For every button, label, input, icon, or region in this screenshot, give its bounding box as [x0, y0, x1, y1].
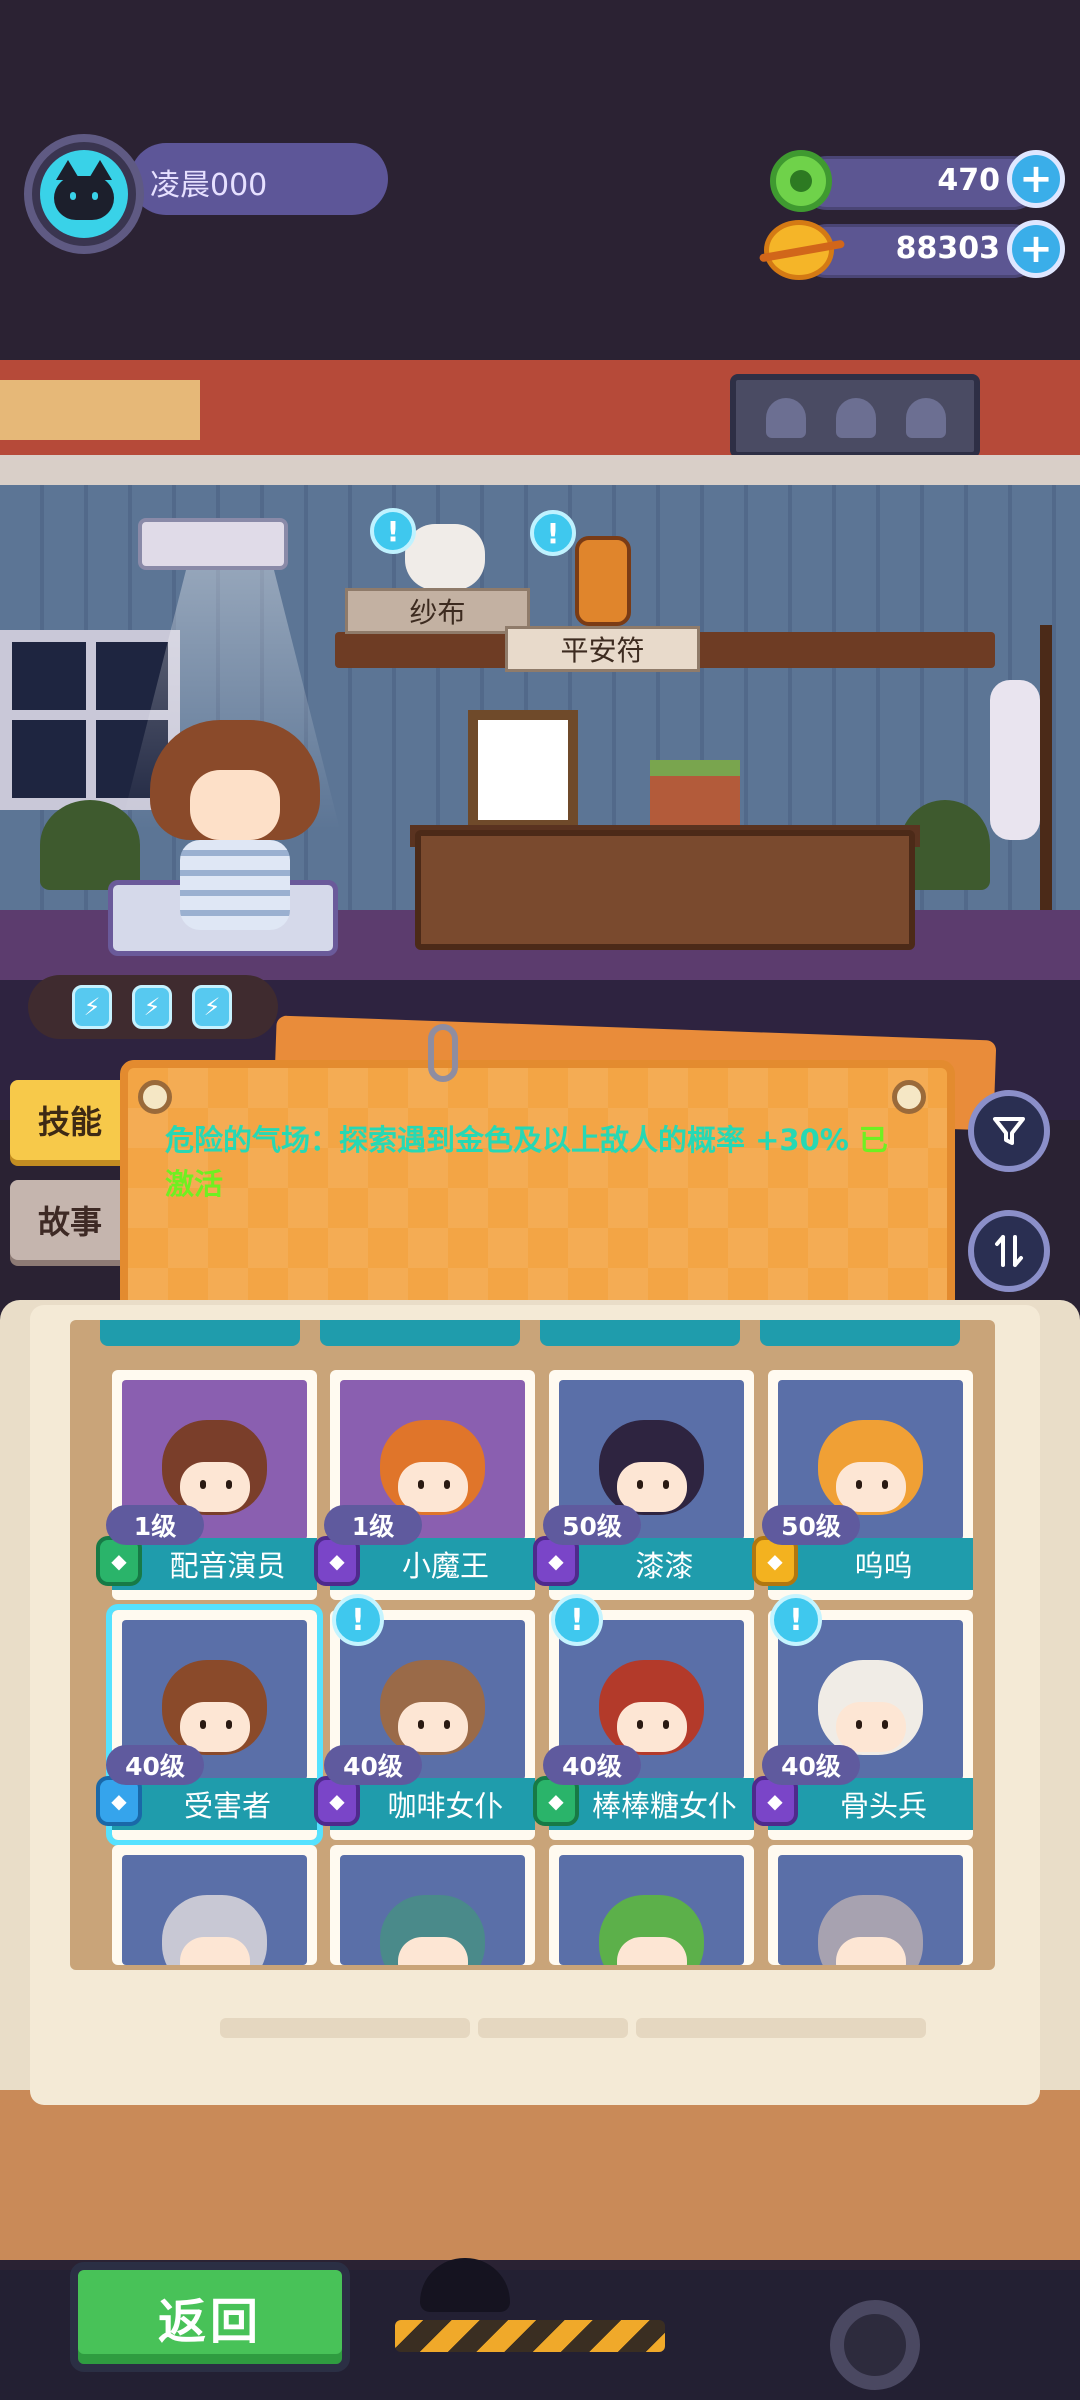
sort-button[interactable] [968, 1210, 1050, 1292]
filter-button[interactable] [968, 1090, 1050, 1172]
top-shelf [0, 360, 1080, 470]
amulet-item-icon[interactable] [575, 536, 631, 626]
photo-frame [468, 710, 578, 830]
sort-arrows-icon [995, 1235, 1023, 1267]
character-portrait [559, 1855, 744, 1965]
character-name: 呜呜 [768, 1538, 973, 1590]
tab-story[interactable]: 故事 [10, 1180, 130, 1260]
back-button[interactable]: 返回 [70, 2262, 350, 2372]
character-card[interactable]: 小魔王 ◆ 1级 [314, 1370, 535, 1600]
character-card[interactable]: 咖啡女仆 ◆ 40级! [314, 1594, 535, 1840]
plant-icon [40, 800, 140, 890]
character-card[interactable] [768, 1845, 973, 1965]
character-name: 咖啡女仆 [330, 1778, 535, 1830]
item-tag-gauze: 纱布 [345, 588, 530, 634]
hazard-stripe [395, 2320, 665, 2352]
shelf-lip [0, 455, 1080, 485]
selected-character-sprite[interactable] [150, 720, 320, 930]
coat-rack [1040, 625, 1052, 955]
character-card[interactable] [112, 1845, 317, 1965]
projector-icon [138, 518, 288, 570]
character-portrait [122, 1855, 307, 1965]
desk [415, 830, 915, 950]
character-card[interactable]: 受害者 ◆ 40级 [96, 1604, 323, 1846]
character-name: 小魔王 [330, 1538, 535, 1590]
rivet-icon [138, 1080, 172, 1114]
character-name: 棒棒糖女仆 [549, 1778, 754, 1830]
character-card[interactable] [330, 1845, 535, 1965]
character-level: 1级 [106, 1505, 204, 1545]
character-name: 配音演员 [112, 1538, 317, 1590]
tab-skill[interactable]: 技能 [10, 1080, 130, 1160]
shadow-creature-icon [420, 2258, 510, 2312]
character-card[interactable]: 呜呜 ◆ 50级 [752, 1370, 973, 1600]
alert-icon[interactable]: ! [332, 1594, 384, 1646]
page-footer-text [220, 2018, 980, 2058]
coin-value: 88303 [895, 231, 1000, 266]
character-card[interactable]: 棒棒糖女仆 ◆ 40级! [533, 1594, 754, 1840]
add-coin-button[interactable]: + [1007, 220, 1065, 278]
book-spine [0, 2090, 1080, 2260]
planet-coin-icon [764, 220, 834, 280]
gauze-item-icon[interactable] [405, 524, 485, 590]
character-level: 50级 [543, 1505, 641, 1545]
character-level: 40级 [543, 1745, 641, 1785]
character-card[interactable]: 漆漆 ◆ 50级 [533, 1370, 754, 1600]
item-tag-amulet: 平安符 [505, 626, 700, 672]
cat-face-icon[interactable] [40, 150, 128, 238]
character-level: 1级 [324, 1505, 422, 1545]
rivet-icon [892, 1080, 926, 1114]
energy-icon: ⚡ [72, 985, 112, 1029]
character-portrait [340, 1855, 525, 1965]
gem-value: 470 [937, 163, 1000, 198]
amulet-alert-icon[interactable]: ! [530, 510, 576, 556]
character-card[interactable]: 骨头兵 ◆ 40级! [752, 1594, 973, 1840]
energy-icon: ⚡ [132, 985, 172, 1029]
character-level: 40级 [106, 1745, 204, 1785]
character-level: 40级 [324, 1745, 422, 1785]
add-gem-button[interactable]: + [1007, 150, 1065, 208]
character-name: 骨头兵 [768, 1778, 973, 1830]
gear-icon [830, 2300, 920, 2390]
character-level: 50级 [762, 1505, 860, 1545]
skill-description-text: 危险的气场：探索遇到金色及以上敌人的概率 +30% [165, 1123, 849, 1157]
green-gem-icon [770, 150, 832, 212]
paper-clip-icon [428, 1024, 458, 1082]
energy-icon: ⚡ [192, 985, 232, 1029]
books-stack [650, 760, 740, 830]
character-level: 40级 [762, 1745, 860, 1785]
character-name: 漆漆 [549, 1538, 754, 1590]
hanging-coat [990, 680, 1040, 840]
character-name: 受害者 [112, 1778, 317, 1830]
energy-bar: ⚡ ⚡ ⚡ [28, 975, 278, 1039]
player-name: 凌晨000 [150, 168, 268, 203]
character-portrait [778, 1855, 963, 1965]
character-card[interactable]: 配音演员 ◆ 1级 [96, 1370, 317, 1600]
previous-row-edge [90, 1320, 970, 1346]
gauze-alert-icon[interactable]: ! [370, 508, 416, 554]
alert-icon[interactable]: ! [770, 1594, 822, 1646]
character-card[interactable] [549, 1845, 754, 1965]
alert-icon[interactable]: ! [551, 1594, 603, 1646]
skill-description: 危险的气场：探索遇到金色及以上敌人的概率 +30% 已激活 [165, 1118, 905, 1206]
filter-funnel-icon [993, 1117, 1025, 1145]
